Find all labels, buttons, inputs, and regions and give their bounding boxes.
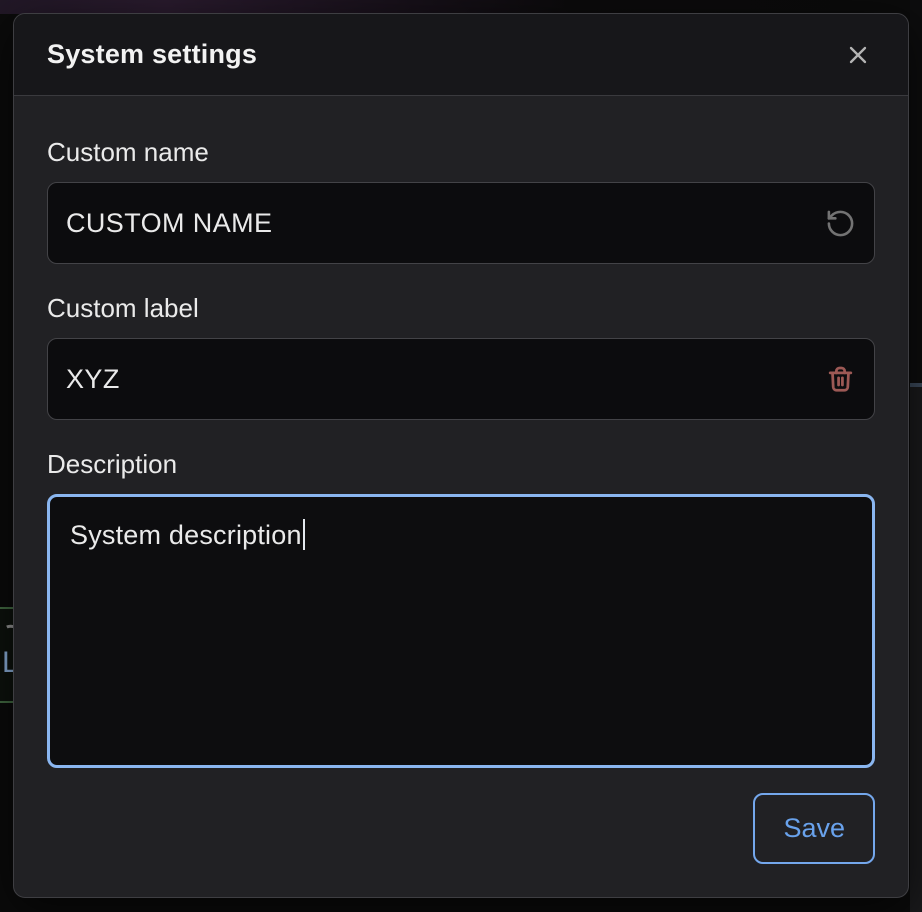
dialog-header: System settings: [14, 14, 908, 96]
backdrop-partial-text: L: [2, 647, 13, 679]
description-text: System description: [70, 520, 302, 550]
close-icon: [844, 41, 872, 69]
dialog-title: System settings: [47, 39, 257, 70]
backdrop-page-fragment-left: L: [0, 607, 13, 703]
custom-label-input[interactable]: [66, 364, 820, 395]
backdrop-page-fragment-right: [910, 0, 922, 912]
close-button[interactable]: [838, 35, 878, 75]
dialog-body: Custom name Custom label: [14, 96, 908, 768]
reset-custom-name-button[interactable]: [820, 203, 860, 243]
custom-label-label: Custom label: [47, 292, 875, 324]
backdrop-right-lower-panel: [910, 387, 922, 912]
screen: L System settings Custom name: [0, 0, 922, 912]
custom-name-label: Custom name: [47, 136, 875, 168]
custom-name-input[interactable]: [66, 208, 820, 239]
save-button[interactable]: Save: [753, 793, 875, 864]
description-label: Description: [47, 448, 875, 480]
backdrop-curve-fragment: [0, 622, 13, 646]
trash-icon: [824, 363, 857, 396]
delete-custom-label-button[interactable]: [820, 359, 860, 399]
backdrop-top-glow: [0, 0, 922, 14]
undo-icon: [825, 208, 856, 239]
system-settings-dialog: System settings Custom name: [13, 13, 909, 898]
backdrop-right-divider: [910, 383, 922, 387]
description-textarea[interactable]: System description: [47, 494, 875, 768]
custom-name-field: [47, 182, 875, 264]
custom-label-field: [47, 338, 875, 420]
dialog-footer: Save: [14, 793, 908, 864]
text-caret: [303, 519, 305, 550]
